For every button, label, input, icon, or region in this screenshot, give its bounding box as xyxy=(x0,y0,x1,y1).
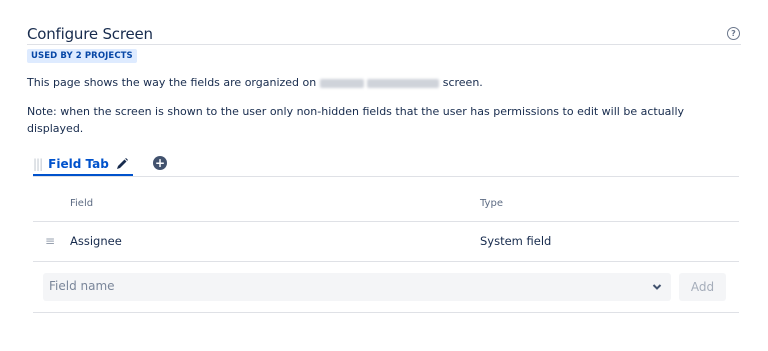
description-prefix: This page shows the way the fields are o… xyxy=(27,76,317,89)
table-row-type: System field xyxy=(480,234,552,248)
tabs-divider xyxy=(33,176,739,177)
permissions-note: Note: when the screen is shown to the us… xyxy=(27,105,685,135)
tab-label[interactable]: Field Tab xyxy=(48,157,109,171)
chevron-down-icon[interactable] xyxy=(652,282,662,292)
description-suffix: screen. xyxy=(442,76,483,89)
row-drag-handle-icon[interactable]: ≡ xyxy=(45,234,55,248)
redacted-screen-name-part1 xyxy=(319,78,364,88)
tab-field-tab[interactable]: ||| Field Tab xyxy=(33,153,129,175)
add-field-button[interactable]: Add xyxy=(679,273,726,301)
add-tab-icon[interactable]: + xyxy=(153,156,167,170)
page-title: Configure Screen xyxy=(27,25,153,43)
redacted-screen-name-part2 xyxy=(367,78,440,88)
column-header-field: Field xyxy=(70,198,94,209)
pencil-icon[interactable] xyxy=(115,157,129,171)
used-by-projects-badge: USED BY 2 PROJECTS xyxy=(27,49,137,63)
table-row-field: Assignee xyxy=(70,234,122,248)
table-header-divider xyxy=(33,221,739,222)
column-header-type: Type xyxy=(480,198,503,209)
configure-screen-page: Configure Screen ? USED BY 2 PROJECTS Th… xyxy=(0,0,768,351)
help-icon[interactable]: ? xyxy=(727,27,740,40)
drag-handle-icon[interactable]: ||| xyxy=(33,157,43,171)
screen-description: This page shows the way the fields are o… xyxy=(27,74,737,91)
field-name-select[interactable]: Field name xyxy=(43,273,671,301)
title-divider xyxy=(27,44,741,45)
field-name-placeholder: Field name xyxy=(49,279,115,293)
add-field-row: Field name Add xyxy=(33,262,739,313)
